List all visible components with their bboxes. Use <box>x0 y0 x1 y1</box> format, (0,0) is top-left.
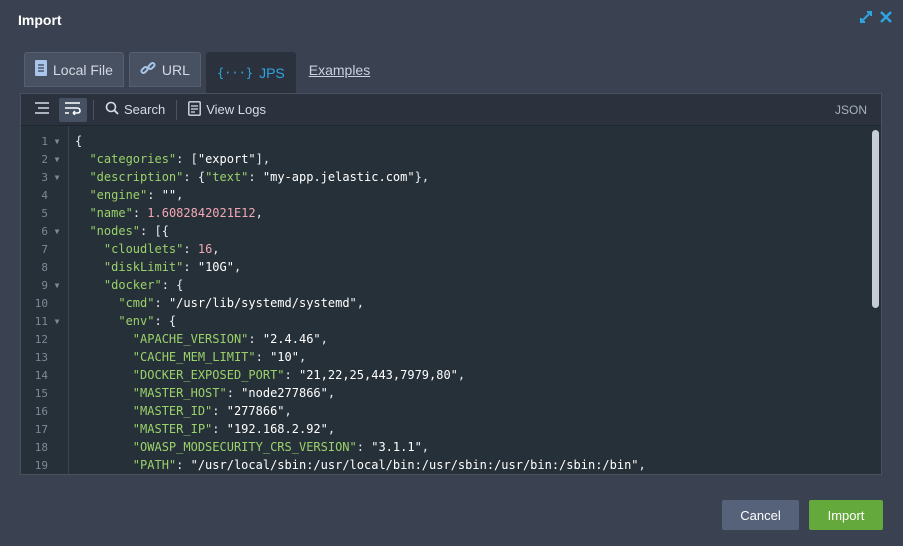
code-line: "nodes": [{ <box>89 224 169 238</box>
line-number-text: 2 <box>41 152 48 166</box>
line-number: 8 <box>21 258 68 276</box>
tab-url[interactable]: URL <box>128 52 201 87</box>
toolbar-divider <box>93 99 94 120</box>
search-button[interactable]: Search <box>100 98 170 122</box>
code-line: "engine": "", <box>89 188 184 202</box>
window-controls <box>859 10 893 24</box>
code-line: "PATH": "/usr/local/sbin:/usr/local/bin:… <box>132 458 646 472</box>
align-icon <box>34 101 50 118</box>
line-gutter: 1 ▼ 2 ▼ 3 ▼ 4 5 6 ▼ 7 8 9 ▼ 10 11 ▼ 12 13 14 15 16 17 18 19 <box>21 126 69 474</box>
line-number: 9 ▼ <box>21 276 68 294</box>
line-number: 11 ▼ <box>21 312 68 330</box>
tab-jps[interactable]: {···} JPS <box>205 52 296 93</box>
line-number-text: 18 <box>34 440 48 454</box>
editor-toolbar: Search View Logs JSON <box>21 94 881 126</box>
close-icon[interactable] <box>879 10 893 24</box>
search-icon <box>105 101 119 118</box>
fold-arrow-icon[interactable]: ▼ <box>52 281 62 290</box>
tab-label: Local File <box>53 61 113 78</box>
code-line: "description": {"text": "my-app.jelastic… <box>89 170 430 184</box>
code-line: "categories": ["export"], <box>89 152 271 166</box>
line-number-text: 12 <box>34 332 48 346</box>
view-logs-label: View Logs <box>206 102 266 117</box>
line-number-text: 16 <box>34 404 48 418</box>
line-number-text: 9 <box>41 278 48 292</box>
fold-arrow-icon[interactable]: ▼ <box>52 317 62 326</box>
line-number: 14 <box>21 366 68 384</box>
code-area[interactable]: 1 ▼ 2 ▼ 3 ▼ 4 5 6 ▼ 7 8 9 ▼ 10 11 ▼ 12 13 14 15 16 17 18 19 { "c… <box>21 126 881 474</box>
format-button[interactable] <box>29 98 55 122</box>
fold-arrow-icon[interactable]: ▼ <box>52 137 62 146</box>
line-number: 7 <box>21 240 68 258</box>
line-number-text: 8 <box>41 260 48 274</box>
search-label: Search <box>124 102 166 117</box>
toolbar-divider <box>176 99 178 120</box>
line-number: 1 ▼ <box>21 132 68 150</box>
line-number: 13 <box>21 348 68 366</box>
line-number-text: 17 <box>34 422 48 436</box>
fold-arrow-icon[interactable]: ▼ <box>52 155 62 164</box>
line-number-text: 3 <box>41 170 48 184</box>
code-line: "CACHE_MEM_LIMIT": "10", <box>132 350 307 364</box>
line-number: 6 ▼ <box>21 222 68 240</box>
import-button[interactable]: Import <box>809 500 883 530</box>
line-number: 5 <box>21 204 68 222</box>
line-number: 3 ▼ <box>21 168 68 186</box>
wrap-toggle-button[interactable] <box>59 97 87 122</box>
line-number-text: 10 <box>34 296 48 310</box>
import-tabs: Local File URL {···} JPS Examples <box>24 52 378 93</box>
line-number: 12 <box>21 330 68 348</box>
tab-label: URL <box>161 61 190 78</box>
line-number: 16 <box>21 402 68 420</box>
code-line: "cmd": "/usr/lib/systemd/systemd", <box>118 296 365 310</box>
code-line: "MASTER_HOST": "node277866", <box>132 386 336 400</box>
line-number-text: 11 <box>34 314 48 328</box>
format-indicator: JSON <box>834 102 867 117</box>
fold-arrow-icon[interactable]: ▼ <box>52 173 62 182</box>
view-logs-button[interactable]: View Logs <box>183 98 271 122</box>
line-number-text: 4 <box>41 188 48 202</box>
line-number: 10 <box>21 294 68 312</box>
line-number-text: 15 <box>34 386 48 400</box>
line-number-text: 5 <box>41 206 48 220</box>
cancel-button[interactable]: Cancel <box>722 500 799 530</box>
code-editor: Search View Logs JSON 1 ▼ 2 ▼ 3 ▼ 4 5 6 ▼ 7 8 9 ▼ 10 11… <box>20 93 882 475</box>
line-number: 17 <box>21 420 68 438</box>
fold-arrow-icon[interactable]: ▼ <box>52 227 62 236</box>
code-line: "MASTER_ID": "277866", <box>132 404 292 418</box>
code-line: "APACHE_VERSION": "2.4.46", <box>132 332 328 346</box>
code-line: "cloudlets": 16, <box>103 242 220 256</box>
link-icon <box>140 60 156 79</box>
vertical-scrollbar[interactable] <box>872 130 879 308</box>
line-number-text: 1 <box>41 134 48 148</box>
tab-examples[interactable]: Examples <box>301 52 378 87</box>
logs-icon <box>188 100 202 119</box>
line-number: 2 ▼ <box>21 150 68 168</box>
line-number-text: 19 <box>34 458 48 472</box>
code-line: "MASTER_IP": "192.168.2.92", <box>132 422 336 436</box>
file-icon <box>35 60 47 79</box>
line-number-text: 13 <box>34 350 48 364</box>
code-line: "DOCKER_EXPOSED_PORT": "21,22,25,443,797… <box>132 368 466 382</box>
code-line: "diskLimit": "10G", <box>103 260 242 274</box>
code-line: "OWASP_MODSECURITY_CRS_VERSION": "3.1.1"… <box>132 440 430 454</box>
line-number: 19 <box>21 456 68 474</box>
line-number: 18 <box>21 438 68 456</box>
tab-label: JPS <box>259 64 285 81</box>
dialog-title: Import <box>18 12 62 28</box>
code-line: "name": 1.6082842021E12, <box>89 206 263 220</box>
code-content[interactable]: { "categories": ["export"], "description… <box>69 126 881 474</box>
line-number-text: 6 <box>41 224 48 238</box>
code-line: { <box>75 134 83 148</box>
tab-local-file[interactable]: Local File <box>24 52 124 87</box>
line-number-text: 14 <box>34 368 48 382</box>
json-braces-icon: {···} <box>216 65 254 80</box>
maximize-icon[interactable] <box>859 10 873 24</box>
line-number: 15 <box>21 384 68 402</box>
line-number-text: 7 <box>41 242 48 256</box>
code-line: "env": { <box>118 314 177 328</box>
line-number: 4 <box>21 186 68 204</box>
wrap-lines-icon <box>64 101 82 118</box>
code-line: "docker": { <box>103 278 184 292</box>
